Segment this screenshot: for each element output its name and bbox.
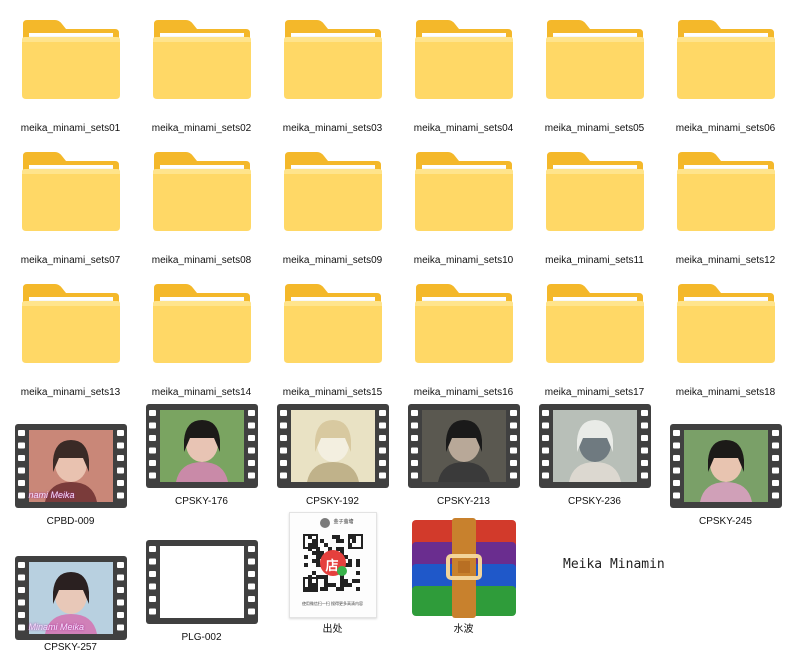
video-thumbnail-icon (145, 540, 258, 624)
image-file-item[interactable]: 金子萤塘店使用微信扫一扫 搜得更多高清内容出处 (267, 512, 398, 636)
video-item[interactable]: CPSKY-176 (136, 404, 267, 508)
folder-icon (674, 18, 778, 104)
folder-icon (19, 282, 123, 368)
folder-icon (150, 150, 254, 236)
file-label: meika_minami_sets17 (544, 387, 645, 398)
thumbnail-caption: nami Meika (28, 490, 75, 500)
folder-icon (19, 18, 123, 104)
file-label: meika_minami_sets07 (20, 255, 121, 266)
folder-icon (412, 282, 516, 368)
folder-item[interactable]: meika_minami_sets15 (267, 282, 398, 399)
folder-item[interactable]: meika_minami_sets06 (660, 18, 791, 135)
folder-item[interactable]: meika_minami_sets13 (5, 282, 136, 399)
video-item[interactable]: CPSKY-213 (398, 404, 529, 508)
file-label: meika_minami_sets16 (413, 387, 514, 398)
folder-item[interactable]: meika_minami_sets03 (267, 18, 398, 135)
video-thumbnail-icon (538, 404, 651, 488)
folder-item[interactable]: meika_minami_sets14 (136, 282, 267, 399)
folder-item[interactable]: meika_minami_sets07 (5, 150, 136, 267)
video-thumbnail-icon: nami Meika (14, 424, 127, 508)
folder-icon (543, 18, 647, 104)
file-label: CPSKY-192 (306, 496, 359, 507)
file-label: meika_minami_sets06 (675, 123, 776, 134)
video-item[interactable]: nami Meika CPBD-009 (5, 424, 136, 528)
folder-icon (674, 282, 778, 368)
folder-item[interactable]: meika_minami_sets08 (136, 150, 267, 267)
qr-caption: 使用微信扫一扫 搜得更多高清内容 (301, 601, 364, 606)
folder-icon (19, 150, 123, 236)
file-label: meika_minami_sets03 (282, 123, 383, 134)
video-item[interactable]: CPSKY-245 (660, 424, 791, 528)
file-label: meika_minami_sets14 (151, 387, 252, 398)
folder-item[interactable]: meika_minami_sets12 (660, 150, 791, 267)
folder-icon (543, 282, 647, 368)
qr-top-name: 金子萤塘 (333, 519, 354, 525)
file-label: meika_minami_sets08 (151, 255, 252, 266)
folder-icon (281, 282, 385, 368)
file-label: meika_minami_sets13 (20, 387, 121, 398)
video-item[interactable]: CPSKY-236 (529, 404, 660, 508)
folder-item[interactable]: meika_minami_sets11 (529, 150, 660, 267)
folder-item[interactable]: meika_minami_sets09 (267, 150, 398, 267)
folder-item[interactable]: meika_minami_sets18 (660, 282, 791, 399)
folder-item[interactable]: meika_minami_sets04 (398, 18, 529, 135)
qr-image-icon: 金子萤塘店使用微信扫一扫 搜得更多高清内容 (288, 512, 377, 618)
folder-icon (150, 18, 254, 104)
folder-icon (412, 18, 516, 104)
folder-icon (281, 18, 385, 104)
folder-item[interactable]: meika_minami_sets10 (398, 150, 529, 267)
file-label: CPSKY-257 (44, 642, 97, 653)
file-label: meika_minami_sets09 (282, 255, 383, 266)
file-label: meika_minami_sets01 (20, 123, 121, 134)
file-label: CPSKY-245 (699, 516, 752, 527)
file-label: meika_minami_sets18 (675, 387, 776, 398)
file-label: 出处 (322, 624, 343, 635)
folder-item[interactable]: meika_minami_sets17 (529, 282, 660, 399)
folder-item[interactable]: meika_minami_sets05 (529, 18, 660, 135)
folder-icon (543, 150, 647, 236)
file-label: 水波 (453, 624, 474, 635)
file-label: meika_minami_sets12 (675, 255, 776, 266)
file-label: CPBD-009 (46, 516, 95, 527)
video-thumbnail-icon (669, 424, 782, 508)
folder-item[interactable]: meika_minami_sets16 (398, 282, 529, 399)
folder-icon (281, 150, 385, 236)
file-label: PLG-002 (181, 632, 222, 643)
file-label: meika_minami_sets15 (282, 387, 383, 398)
file-label: CPSKY-213 (437, 496, 490, 507)
side-text: Meika Minamin (563, 557, 665, 572)
folder-icon (674, 150, 778, 236)
video-item[interactable]: CPSKY-192 (267, 404, 398, 508)
file-label: meika_minami_sets11 (545, 255, 644, 266)
video-thumbnail-icon (407, 404, 520, 488)
thumbnail-caption: Minami Meika (28, 622, 85, 632)
video-thumbnail-icon: Minami Meika (14, 556, 127, 640)
folder-item[interactable]: meika_minami_sets01 (5, 18, 136, 135)
qr-store-char: 店 (325, 558, 339, 573)
video-thumbnail-icon (145, 404, 258, 488)
file-label: CPSKY-236 (568, 496, 621, 507)
winrar-archive-icon (408, 516, 520, 620)
file-label: CPSKY-176 (175, 496, 228, 507)
archive-file-item[interactable]: 水波 (398, 516, 529, 636)
file-label: meika_minami_sets10 (413, 255, 514, 266)
video-item[interactable]: Minami Meika CPSKY-257 (5, 556, 136, 654)
folder-item[interactable]: meika_minami_sets02 (136, 18, 267, 135)
video-item[interactable]: PLG-002 (136, 540, 267, 644)
video-thumbnail-icon (276, 404, 389, 488)
folder-icon (412, 150, 516, 236)
file-label: meika_minami_sets02 (151, 123, 252, 134)
folder-icon (150, 282, 254, 368)
file-label: meika_minami_sets05 (544, 123, 645, 134)
file-label: meika_minami_sets04 (413, 123, 514, 134)
